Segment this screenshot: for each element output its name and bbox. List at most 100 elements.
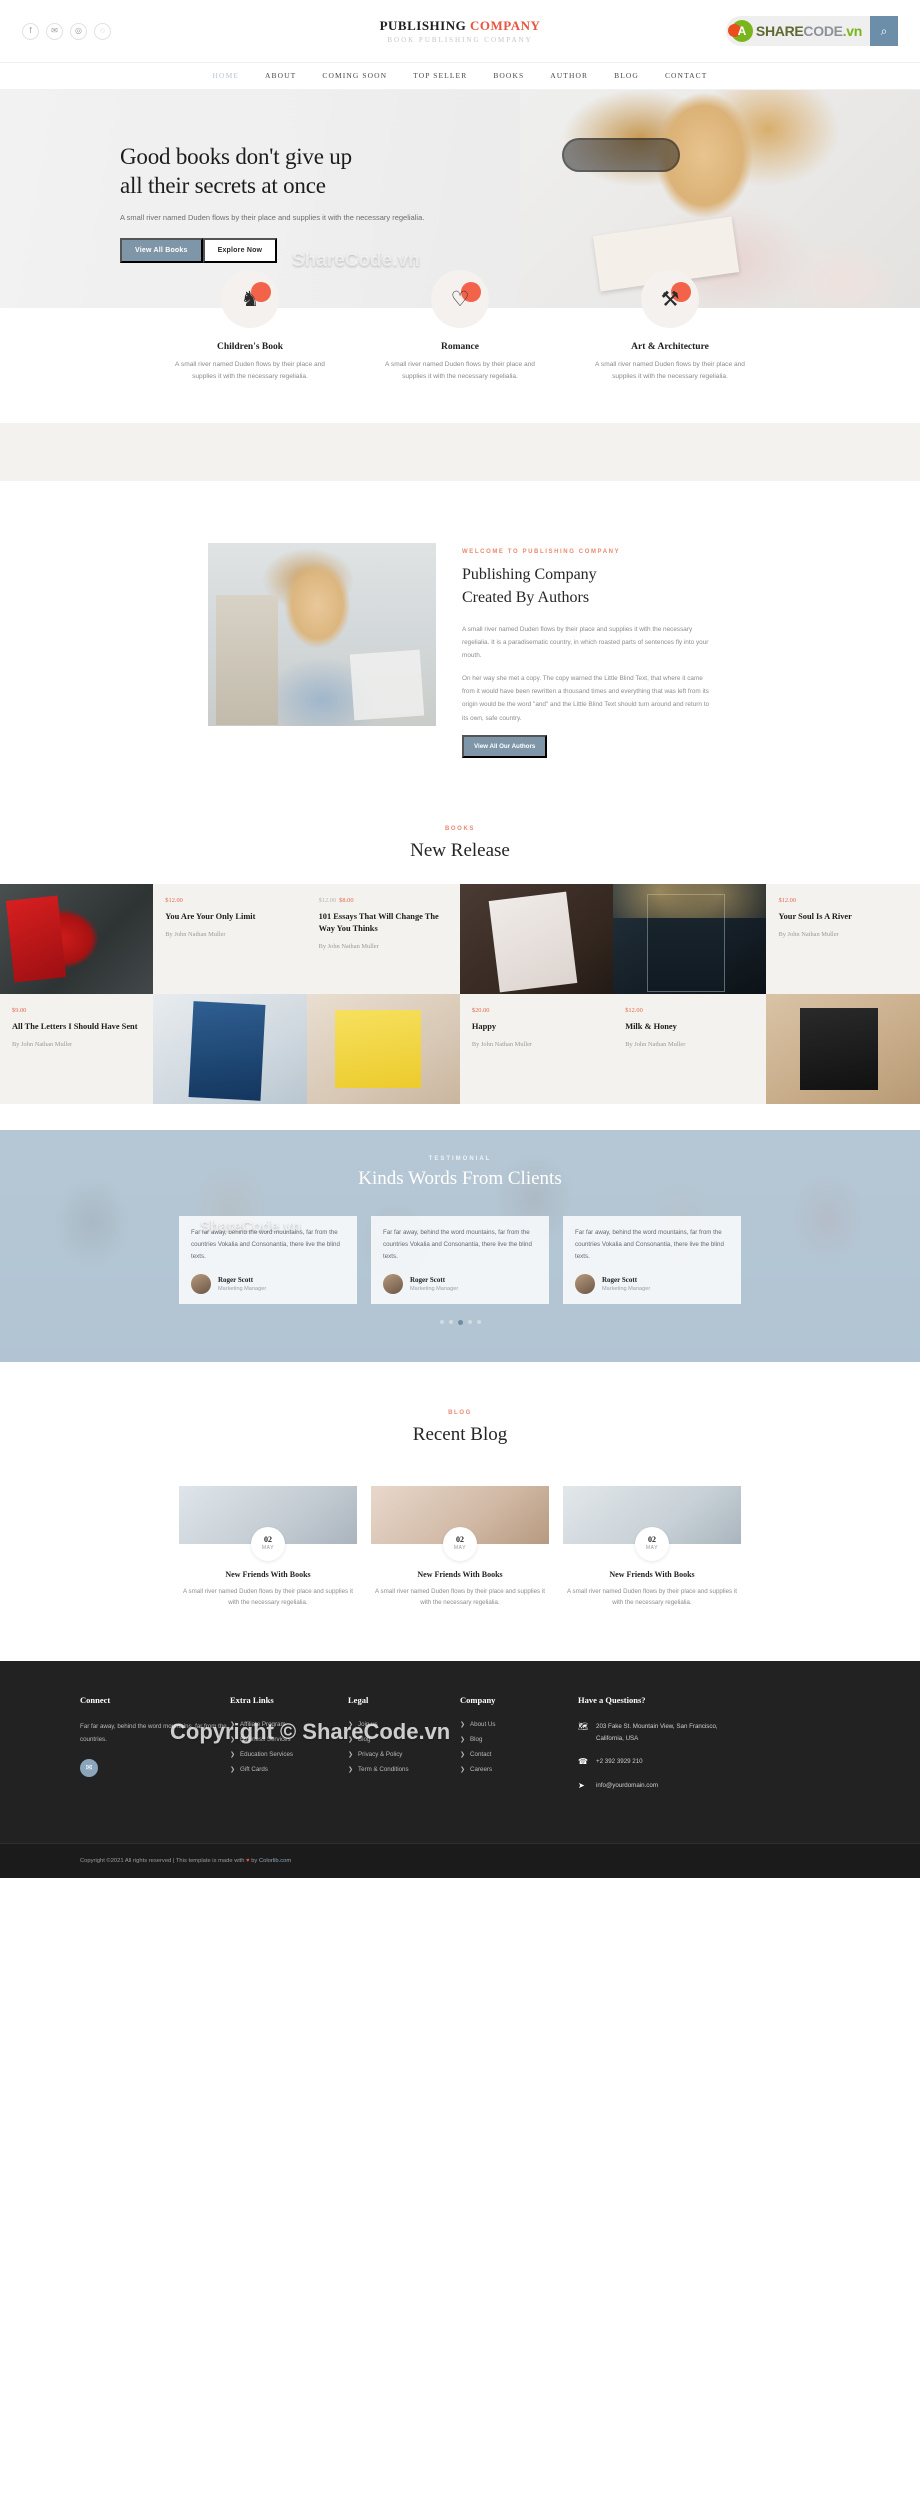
footer-link-business-services[interactable]: ❯ Business Services [230, 1736, 348, 1743]
nav-item-about[interactable]: ABOUT [265, 71, 296, 80]
book-card[interactable]: $9.00 All The Letters I Should Have Sent… [0, 993, 307, 1104]
nav-item-author[interactable]: AUTHOR [550, 71, 588, 80]
about-photo [208, 543, 436, 727]
explore-now-button[interactable]: Explore Now [202, 237, 278, 263]
footer-link-contact[interactable]: ❯ Contact [460, 1751, 578, 1758]
category-card-romance[interactable]: ♡ Romance A small river named Duden flow… [374, 270, 546, 383]
testimonial-text: Far far away, behind the word mountains,… [191, 1228, 340, 1260]
footer-heading-company: Company [460, 1695, 496, 1706]
footer-link-blog[interactable]: ❯ Blog [348, 1736, 460, 1743]
testimonial-content: TESTIMONIAL Kinds Words From Clients Far… [0, 1130, 920, 1325]
blog-date-month: MAY [261, 1545, 275, 1552]
blog-post-card[interactable]: 02 MAY New Friends With Books A small ri… [179, 1485, 357, 1610]
sharecode-leaf-icon: A [727, 20, 753, 42]
book-old-price: $12.00 [318, 896, 337, 904]
decorative-strip [0, 423, 920, 482]
carousel-dot[interactable] [448, 1319, 453, 1324]
testimonial-card: Far far away, behind the word mountains,… [371, 1215, 549, 1304]
blog-post-image: 02 MAY [563, 1485, 741, 1561]
footer-link-careers[interactable]: ❯ Careers [460, 1766, 578, 1773]
footer-phone[interactable]: ☎ +2 392 3929 210 [578, 1756, 738, 1767]
chevron-right-icon: ❯ [460, 1737, 466, 1744]
footer-link-gift-cards[interactable]: ❯ Gift Cards [230, 1766, 348, 1773]
sharecode-badge: A SHARECODE.vn [725, 16, 870, 46]
blog-post-card[interactable]: 02 MAY New Friends With Books A small ri… [371, 1485, 549, 1610]
category-text: A small river named Duden flows by their… [595, 361, 745, 381]
footer-link-label: Blog [470, 1736, 483, 1744]
category-card-childrens-book[interactable]: ♞ Children's Book A small river named Du… [164, 270, 336, 383]
nav-item-contact[interactable]: CONTACT [665, 71, 708, 80]
copyright-mid: by [249, 1858, 259, 1865]
twitter-icon[interactable]: ✉ [80, 1758, 98, 1777]
new-release-section: BOOKS New Release $12.00 You Are Your On… [0, 808, 920, 1235]
book-card[interactable]: $12.00 Milk & Honey By John Nathan Mulle… [613, 993, 920, 1104]
heart-glasses-icon: ♡ [450, 287, 470, 311]
blog-post-image: 02 MAY [371, 1485, 549, 1561]
book-card[interactable]: $12.00 $8.00 101 Essays That Will Change … [306, 883, 614, 994]
testimonial-title: Kinds Words From Clients [358, 1167, 562, 1189]
footer-link-about-us[interactable]: ❯ About Us [460, 1721, 578, 1728]
about-paragraph-2: On her way she met a copy. The copy warn… [462, 675, 710, 722]
footer-phone-text: +2 392 3929 210 [596, 1758, 643, 1766]
colorlib-link[interactable]: Colorlib.com [259, 1858, 291, 1864]
sharecode-text: SHARECODE.vn [755, 23, 862, 39]
footer-link-join-us[interactable]: ❯ Join us [348, 1721, 460, 1728]
view-all-books-button[interactable]: View All Books [120, 237, 203, 263]
dribbble-icon[interactable]: ◌ [94, 22, 111, 40]
blog-post-text: A small river named Duden flows by their… [375, 1587, 545, 1607]
footer-link-label: Careers [470, 1766, 493, 1774]
book-card[interactable]: $20.00 Happy By John Nathan Muller [306, 993, 614, 1104]
book-info: $12.00 Your Soul Is A River By John Nath… [766, 883, 920, 994]
testimonial-header: TESTIMONIAL Kinds Words From Clients [0, 1156, 920, 1190]
facebook-icon[interactable]: f [22, 22, 39, 40]
blog-post-card[interactable]: 02 MAY New Friends With Books A small ri… [563, 1485, 741, 1610]
book-cover-image [459, 883, 614, 994]
category-icon-wrap: ♞ [221, 270, 279, 328]
hero-buttons: View All Books Explore Now [120, 237, 920, 263]
footer-email[interactable]: ➤ info@yourdomain.com [578, 1780, 738, 1791]
footer-columns: Connect Far far away, behind the word mo… [0, 1661, 920, 1843]
nav-list: HOME ABOUT COMING SOON TOP SELLER BOOKS … [0, 63, 920, 89]
nav-item-blog[interactable]: BLOG [614, 71, 639, 80]
phone-icon: ☎ [578, 1757, 588, 1767]
new-release-eyebrow: BOOKS [444, 825, 475, 832]
nav-item-coming-soon[interactable]: COMING SOON [322, 71, 387, 80]
footer-link-affiliate-program[interactable]: ❯ Affiliate Program [230, 1721, 348, 1728]
footer-link-privacy-policy[interactable]: ❯ Privacy & Policy [348, 1751, 460, 1758]
footer-email-text: info@yourdomain.com [596, 1781, 658, 1789]
nav-item-books[interactable]: BOOKS [493, 71, 524, 80]
chevron-right-icon: ❯ [230, 1722, 236, 1729]
blog-date-month: MAY [645, 1545, 659, 1552]
nav-item-top-seller[interactable]: TOP SELLER [413, 71, 467, 80]
twitter-icon[interactable]: ✉ [46, 22, 63, 40]
view-all-authors-button[interactable]: View All Our Authors [462, 734, 548, 758]
category-text: A small river named Duden flows by their… [385, 361, 535, 381]
carousel-dot[interactable] [439, 1319, 444, 1324]
search-icon[interactable]: ⌕ [870, 16, 898, 46]
book-title: Your Soul Is A River [778, 911, 852, 921]
blog-post-date: 02 MAY [443, 1526, 477, 1561]
category-card-art-architecture[interactable]: ⚒ Art & Architecture A small river named… [584, 270, 756, 383]
footer-link-terms-conditions[interactable]: ❯ Term & Conditions [348, 1766, 460, 1773]
book-cover-image [306, 993, 460, 1104]
book-row: $12.00 You Are Your Only Limit By John N… [0, 883, 920, 994]
footer-link-label: Business Services [240, 1736, 291, 1744]
book-card[interactable]: $12.00 Your Soul Is A River By John Nath… [613, 883, 920, 994]
blog-post-title: New Friends With Books [417, 1569, 503, 1579]
book-info: $12.00 $8.00 101 Essays That Will Change … [306, 883, 460, 994]
instagram-icon[interactable]: ◎ [70, 22, 87, 40]
carousel-dot-active[interactable] [457, 1319, 463, 1325]
footer-heading-legal: Legal [348, 1695, 369, 1706]
carousel-dots [0, 1319, 920, 1325]
nav-item-home[interactable]: HOME [213, 71, 239, 80]
chevron-right-icon: ❯ [348, 1767, 354, 1774]
book-card[interactable]: $12.00 You Are Your Only Limit By John N… [0, 883, 307, 994]
footer-link-education-services[interactable]: ❯ Education Services [230, 1751, 348, 1758]
book-author: By John Nathan Muller [12, 1040, 73, 1048]
blog-post-date: 02 MAY [251, 1526, 285, 1561]
book-author: By John Nathan Muller [318, 943, 379, 951]
about-title-line1: Publishing Company [462, 566, 597, 584]
footer-link-company-blog[interactable]: ❯ Blog [460, 1736, 578, 1743]
carousel-dot[interactable] [476, 1319, 481, 1324]
carousel-dot[interactable] [467, 1319, 472, 1324]
